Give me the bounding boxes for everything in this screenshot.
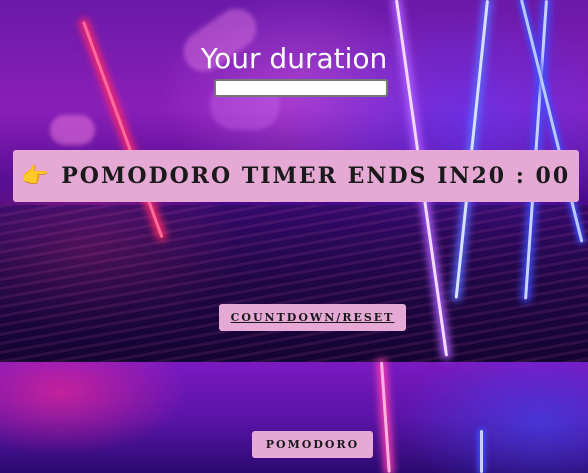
timer-display: 👉 POMODORO TIMER ENDS IN 20 : 00 [13, 150, 579, 202]
neon-line [480, 430, 483, 473]
pomodoro-button[interactable]: POMODORO [252, 431, 373, 458]
timer-text: POMODORO TIMER ENDS IN [61, 163, 472, 189]
timer-time: 20 : 00 [471, 163, 571, 189]
countdown-reset-button[interactable]: COUNTDOWN/RESET [219, 304, 406, 331]
duration-input[interactable] [214, 79, 388, 97]
water-reflection [0, 205, 588, 362]
duration-label: Your duration [200, 42, 388, 75]
pointing-hand-icon: 👉 [21, 163, 52, 189]
